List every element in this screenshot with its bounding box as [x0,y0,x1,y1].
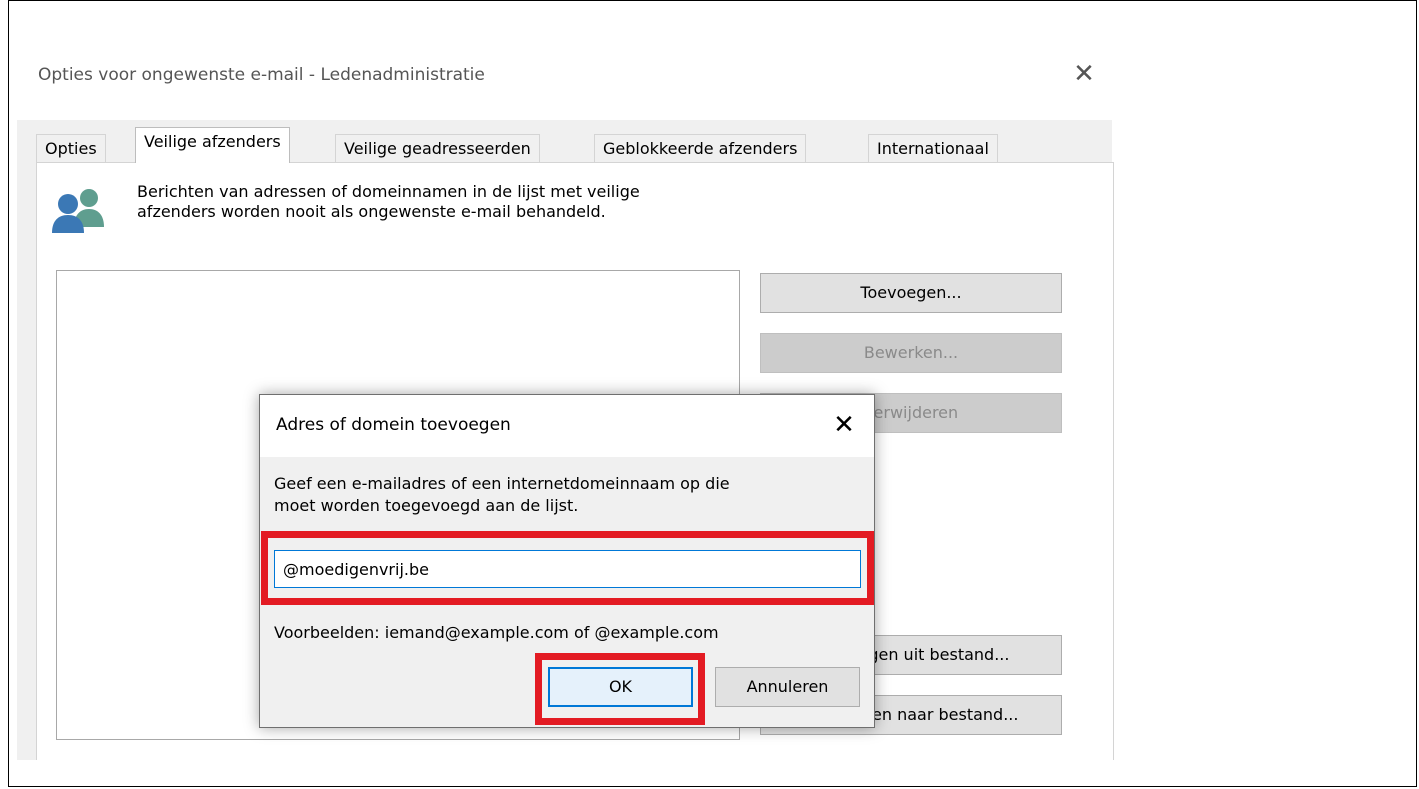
add-address-dialog: Adres of domein toevoegen ✕ Geef een e-m… [259,394,875,728]
edit-button[interactable]: Bewerken... [760,333,1062,373]
tab-international[interactable]: Internationaal [868,134,998,162]
info-line-2: afzenders worden nooit als ongewenste e-… [137,202,606,221]
dialog-instructions-line-1: Geef een e-mailadres of een internetdome… [274,474,730,493]
tab-blocked-senders[interactable]: Geblokkeerde afzenders [594,134,807,162]
dialog-close-icon[interactable]: ✕ [828,409,860,441]
add-button[interactable]: Toevoegen... [760,273,1062,313]
tab-safe-senders[interactable]: Veilige afzenders [135,127,290,163]
people-icon [52,189,104,233]
window-title: Opties voor ongewenste e-mail - Ledenadm… [38,65,485,85]
screenshot-frame-top [8,0,1417,1]
examples-text: Voorbeelden: iemand@example.com of @exam… [274,623,719,642]
tab-options[interactable]: Opties [36,134,106,162]
info-line-1: Berichten van adressen of domeinnamen in… [137,182,640,201]
dialog-instructions: Geef een e-mailadres of een internetdome… [274,473,864,517]
dialog-instructions-line-2: moet worden toegevoegd aan de lijst. [274,496,579,515]
address-input[interactable] [274,550,861,588]
ok-button[interactable]: OK [548,667,693,707]
window-close-icon[interactable]: ✕ [1070,60,1098,88]
dialog-title: Adres of domein toevoegen [276,415,511,435]
info-text: Berichten van adressen of domeinnamen in… [137,182,817,222]
tab-safe-recipients[interactable]: Veilige geadresseerden [335,134,540,162]
dialog-titlebar: Adres of domein toevoegen ✕ [260,395,874,457]
cancel-button[interactable]: Annuleren [715,667,860,707]
